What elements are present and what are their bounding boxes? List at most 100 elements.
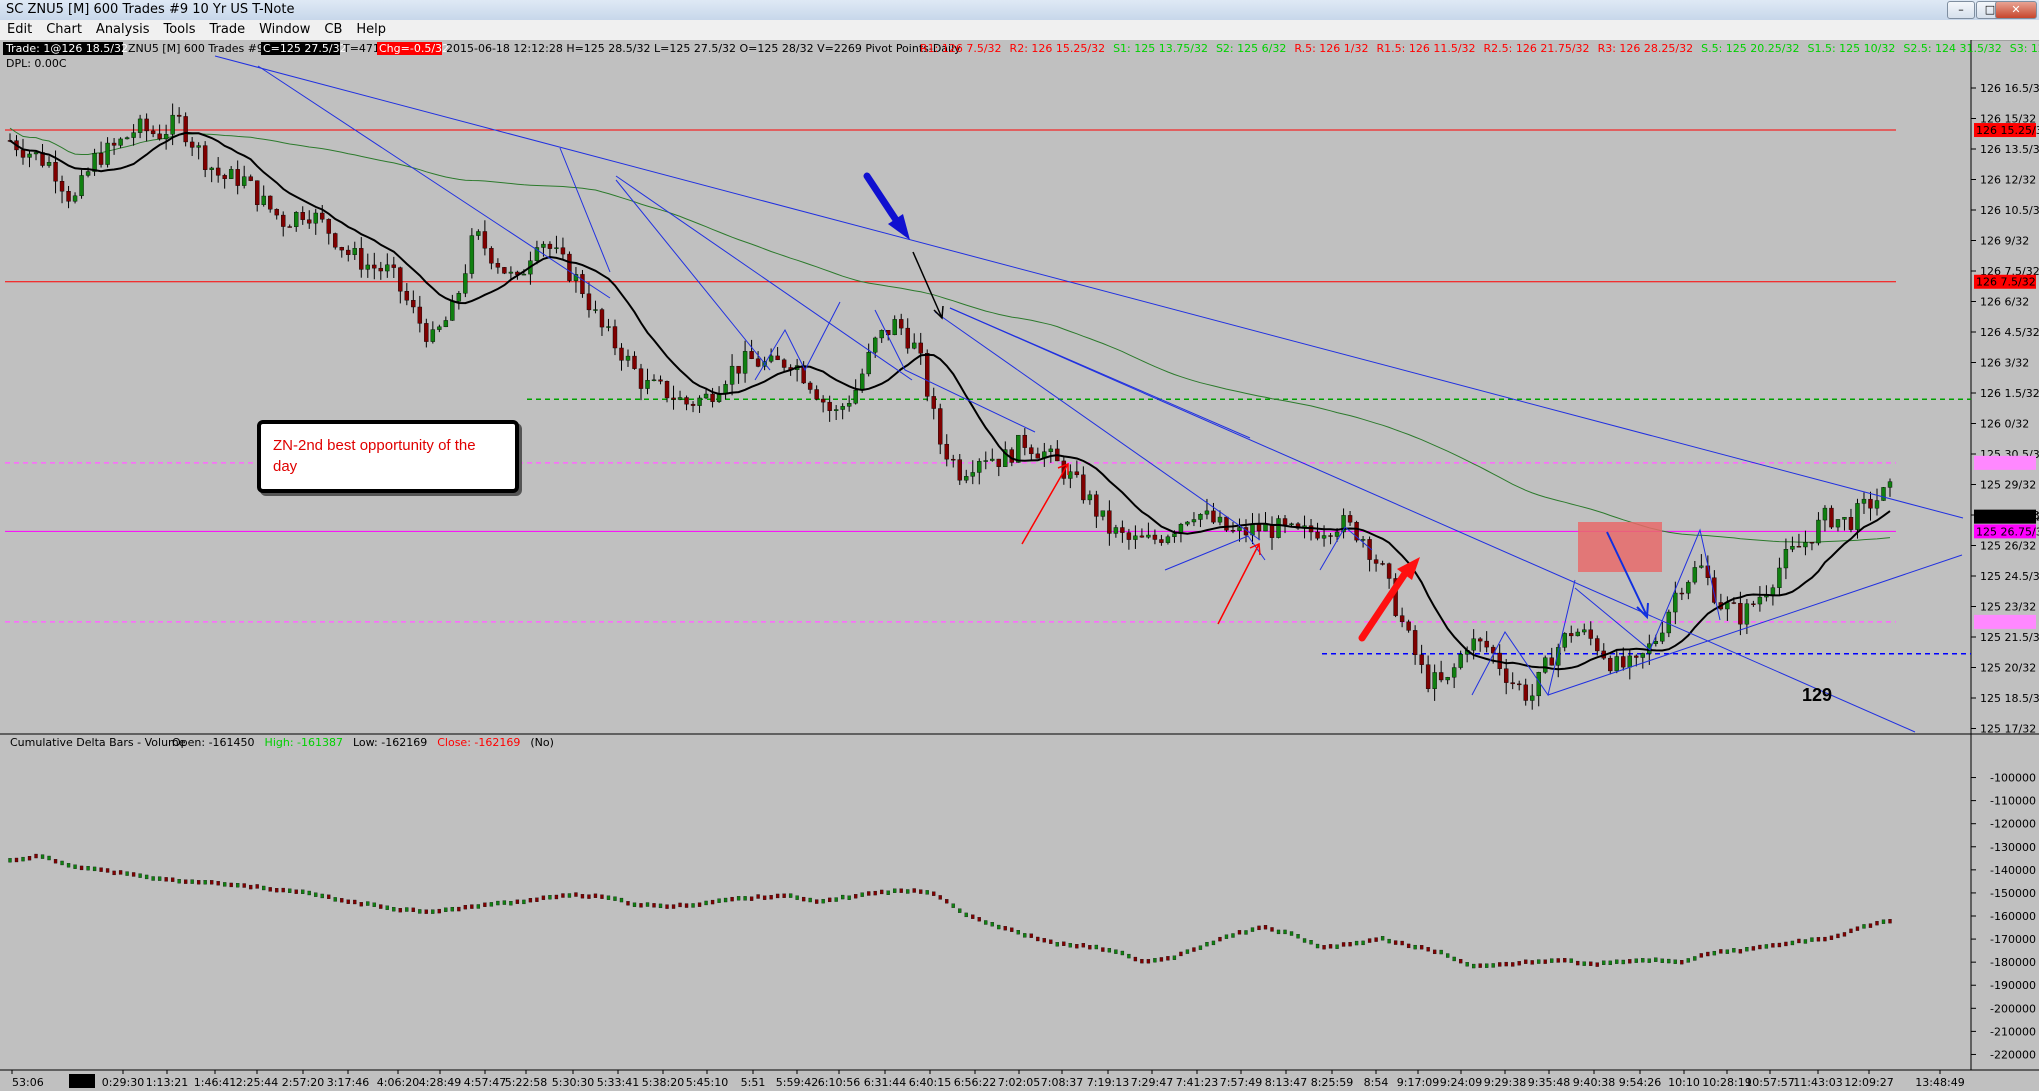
delta-bar (1413, 944, 1417, 950)
time-tick-label: 7:08:37 (1041, 1076, 1083, 1089)
candle-body (970, 472, 975, 477)
delta-bar (671, 904, 676, 909)
candle-body (20, 149, 26, 158)
delta-bar (1250, 927, 1255, 932)
indicator-tick-label: -130000 (1990, 841, 2036, 854)
delta-bar (899, 888, 903, 893)
candle-body (1048, 448, 1054, 452)
delta-bar (1153, 958, 1157, 963)
close-icon[interactable]: ✕ (1995, 1, 2037, 19)
candle-body (222, 175, 227, 179)
indicator-tick-label: -120000 (1990, 818, 2036, 831)
pivot-value: R2.5: 126 21.75/32 (1484, 42, 1590, 55)
minimize-icon[interactable]: – (1947, 1, 1975, 19)
delta-bar (801, 896, 806, 902)
delta-bar (867, 891, 871, 896)
time-tick-label: 9:40:38 (1573, 1076, 1615, 1089)
price-tick-label: 125 26/32 (1980, 540, 2036, 553)
price-tick-label: 126 12/32 (1980, 174, 2036, 187)
candle-body (1315, 531, 1320, 539)
candle-body (1751, 603, 1756, 605)
menu-analysis[interactable]: Analysis (89, 20, 157, 39)
time-tick-label: 9:29:38 (1484, 1076, 1526, 1089)
menu-help[interactable]: Help (349, 20, 393, 39)
time-tick-label: 7:57:49 (1220, 1076, 1262, 1089)
delta-bar (1049, 939, 1053, 944)
dpl-info: DPL: 0.00C (6, 57, 67, 70)
indicator-tick-label: -110000 (1990, 795, 2036, 808)
candle-body (1113, 527, 1119, 534)
candle-body (651, 379, 657, 382)
price-tick-label: 126 16.5/32 (1980, 82, 2039, 95)
time-tick-label: 7:29:47 (1131, 1076, 1173, 1089)
cumulative-delta-bars (8, 853, 1892, 969)
delta-bar (1719, 949, 1723, 954)
symbol-info: ZNU5 [M] 600 Trades #9 (128, 42, 264, 55)
candle-body (1269, 524, 1275, 538)
candle-body (1399, 615, 1405, 623)
menu-edit[interactable]: Edit (0, 20, 39, 39)
ticks-info: T=471 (342, 42, 380, 55)
delta-bar (1127, 953, 1131, 959)
candle-body (1360, 539, 1366, 541)
delta-bar (1881, 919, 1886, 924)
pivot-value: S1.5: 125 10/32 (1807, 42, 1895, 55)
candle-body (1803, 542, 1808, 548)
chart-canvas[interactable]: Trade: 1@126 18.5/32 ZNU5 [M] 600 Trades… (0, 40, 2039, 1091)
menu-chart[interactable]: Chart (39, 20, 89, 39)
candle-body (1627, 655, 1632, 668)
delta-bar (210, 880, 214, 885)
delta-bar (782, 893, 786, 898)
menu-bar: Edit Chart Analysis Tools Trade Window CB Help (0, 20, 2039, 41)
price-tick-label: 125 20/32 (1980, 662, 2036, 675)
delta-bar (340, 898, 344, 903)
candle-body (866, 352, 871, 375)
pivot-value: R2: 126 15.25/32 (1010, 42, 1106, 55)
candle-body (456, 293, 462, 302)
delta-bar (762, 895, 767, 900)
indicator-tick-label: -180000 (1990, 956, 2036, 969)
time-tick-label: 6:56:22 (954, 1076, 996, 1089)
candle-body (241, 176, 247, 186)
candle-body (1009, 449, 1014, 463)
delta-bar (418, 909, 422, 914)
delta-bar (131, 872, 136, 877)
indicator-axis-ticks: -100000 -110000 -120000 -130000 -140000 -1500… (1971, 772, 2036, 1061)
candle-body (163, 134, 169, 140)
candle-body (1744, 603, 1750, 625)
candle-body (320, 212, 325, 220)
delta-bar (457, 906, 461, 912)
delta-bar (613, 896, 617, 901)
candle-body (137, 118, 143, 133)
delta-bar (1810, 937, 1814, 942)
candle-body (118, 138, 123, 146)
delta-bar (1075, 944, 1079, 949)
candle-body (1126, 532, 1132, 540)
delta-bar (411, 907, 415, 913)
candle-body (1224, 516, 1229, 531)
menu-cb[interactable]: CB (317, 20, 349, 39)
price-tick-label: 125 23/32 (1980, 601, 2036, 614)
delta-bar (678, 902, 682, 908)
candle-body (749, 351, 754, 360)
menu-tools[interactable]: Tools (156, 20, 202, 39)
menu-window[interactable]: Window (252, 20, 317, 39)
delta-bar (886, 890, 890, 895)
delta-bar (587, 894, 591, 899)
delta-bar (1263, 925, 1268, 930)
time-tick-label: 1:13:21 (146, 1076, 188, 1089)
delta-bar (554, 894, 559, 900)
candle-body (417, 306, 423, 324)
delta-bar (1224, 934, 1229, 939)
delta-bar (1673, 959, 1677, 964)
delta-bar (1231, 933, 1235, 938)
delta-bar (203, 880, 207, 885)
level-labels: 126 15.25/32 126 7.5/32 125 26.75/32125 27… (1974, 123, 2039, 629)
delta-bar (1517, 961, 1521, 966)
delta-bar (626, 901, 630, 906)
delta-bar (795, 895, 799, 900)
candle-body (1074, 471, 1080, 476)
menu-trade[interactable]: Trade (203, 20, 253, 39)
candle-body (1777, 567, 1782, 588)
candle-body (710, 393, 715, 402)
